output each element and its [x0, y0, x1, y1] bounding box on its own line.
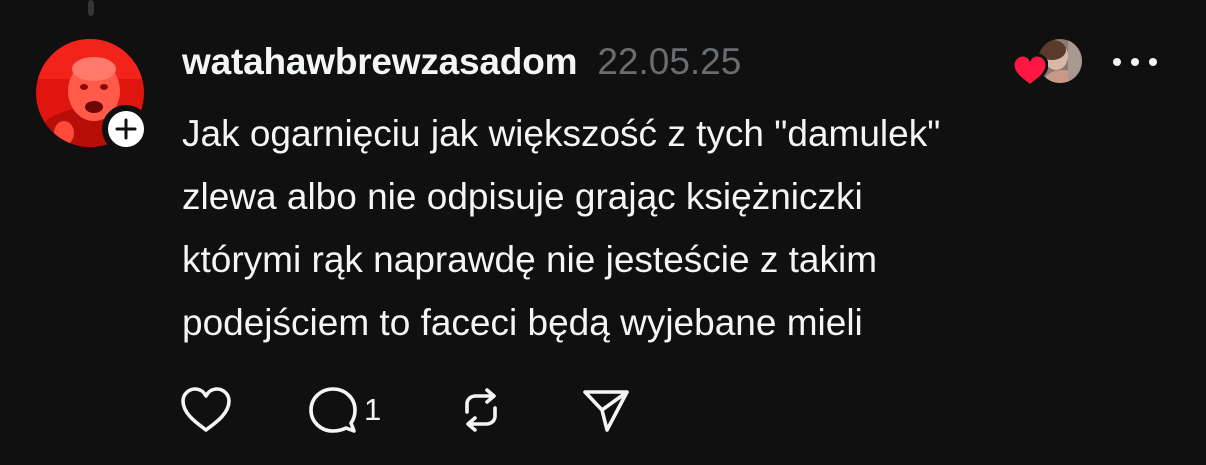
like-button[interactable] — [180, 384, 238, 436]
repost-button[interactable] — [457, 384, 505, 436]
comment-icon — [309, 387, 357, 433]
reply-button[interactable]: 1 — [308, 384, 381, 436]
heart-outline-icon — [181, 387, 231, 432]
plus-icon — [115, 118, 137, 140]
avatar-container[interactable] — [36, 39, 150, 153]
post-header: watahawbrewzasadom 22.05.25 — [182, 38, 741, 86]
share-button[interactable] — [581, 384, 631, 436]
more-dots-icon — [1113, 58, 1157, 66]
heart-icon — [1012, 54, 1048, 88]
action-bar: 1 — [180, 384, 631, 436]
follow-button[interactable] — [102, 105, 150, 153]
thread-line — [88, 0, 94, 16]
repost-icon — [465, 388, 498, 432]
reply-count: 1 — [364, 392, 382, 427]
more-options-button[interactable] — [1106, 48, 1164, 76]
timestamp: 22.05.25 — [597, 41, 742, 82]
username[interactable]: watahawbrewzasadom — [182, 41, 578, 83]
send-icon — [583, 390, 630, 432]
post-text: Jak ogarnięciu jak większość z tych "dam… — [182, 113, 941, 343]
liked-by-author-indicator[interactable] — [1012, 36, 1088, 92]
